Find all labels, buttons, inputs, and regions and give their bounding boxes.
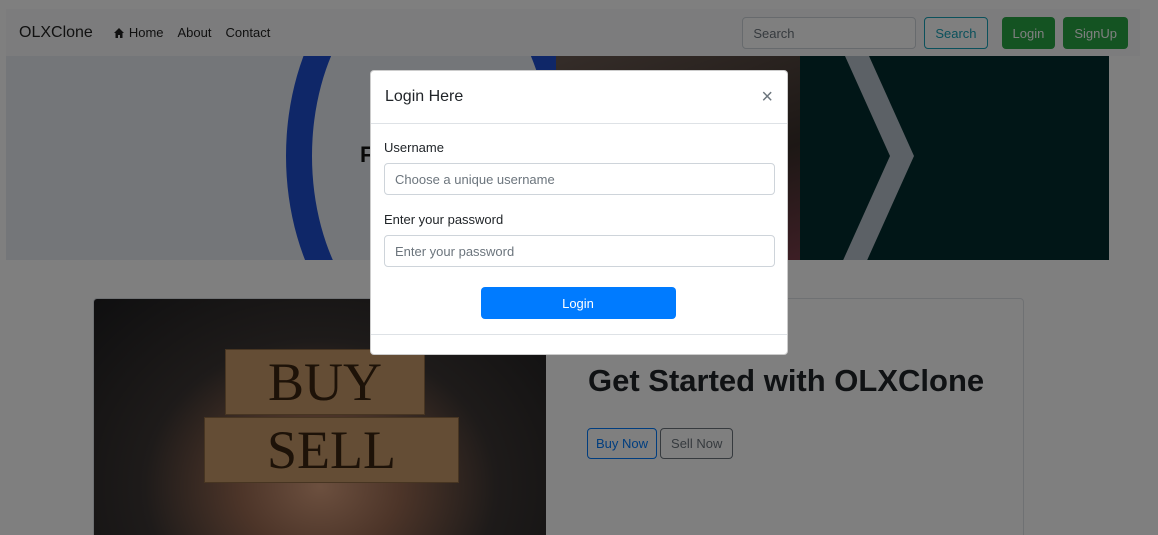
modal-header: Login Here ×: [371, 71, 787, 124]
login-modal: Login Here × Username Enter your passwor…: [370, 70, 788, 355]
modal-body: Username Enter your password Login: [371, 140, 787, 319]
login-submit-button[interactable]: Login: [480, 287, 676, 319]
modal-title: Login Here: [385, 88, 464, 105]
password-label: Enter your password: [384, 212, 504, 227]
username-label: Username: [384, 140, 444, 155]
username-field[interactable]: [384, 163, 775, 195]
password-field[interactable]: [384, 235, 775, 267]
close-icon[interactable]: ×: [761, 87, 773, 107]
modal-footer: [371, 334, 787, 335]
